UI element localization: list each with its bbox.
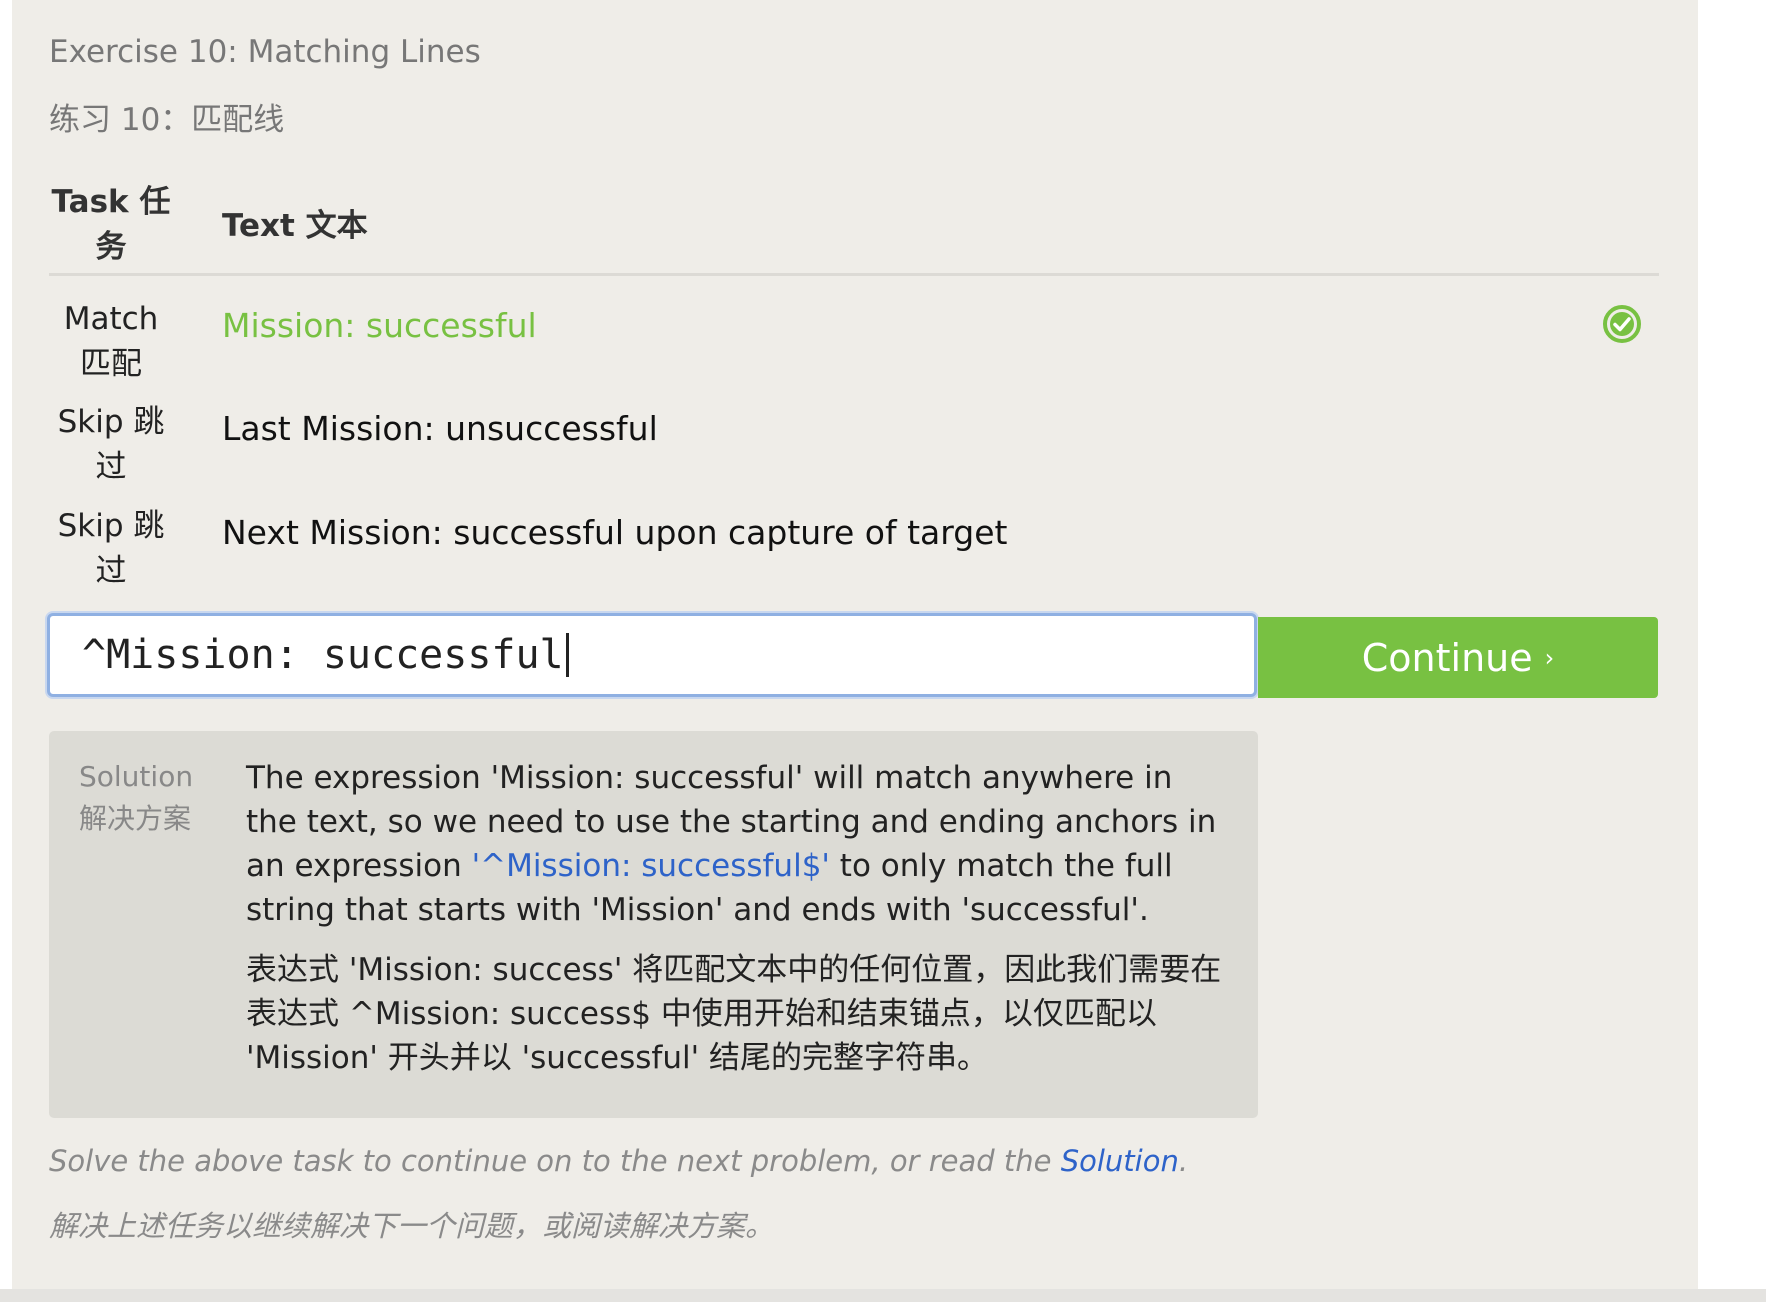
task-text-row-1: Mission: successful	[222, 306, 537, 345]
task-label-row-2: Skip 跳过	[57, 404, 165, 485]
footer-hint-zh: 解决上述任务以继续解决下一个问题，或阅读解决方案。	[49, 1209, 775, 1243]
check-circle-icon	[1603, 305, 1641, 343]
chevron-right-icon: ›	[1544, 643, 1555, 672]
regex-input[interactable]: ^Mission: successful	[47, 613, 1257, 697]
solution-regex-highlight: '^Mission: successful$'	[471, 848, 830, 884]
exercise-title: Exercise 10: Matching Lines	[49, 34, 481, 70]
header-divider	[49, 273, 1659, 276]
footer-hint-prefix: Solve the above task to continue on to t…	[49, 1144, 1061, 1178]
column-header-text: Text 文本	[222, 208, 368, 244]
continue-button-label: Continue	[1361, 635, 1533, 680]
column-header-task: Task 任务	[51, 184, 171, 265]
task-text-row-3: Next Mission: successful upon capture of…	[222, 513, 1008, 552]
solution-text-zh: 表达式 'Mission: success' 将匹配文本中的任何位置，因此我们需…	[246, 952, 1222, 1076]
task-label-row-3: Skip 跳过	[57, 508, 165, 589]
task-text-row-2: Last Mission: unsuccessful	[222, 409, 658, 448]
continue-button[interactable]: Continue ›	[1258, 617, 1658, 698]
task-label-row-1: Match 匹配	[63, 301, 159, 382]
text-caret	[565, 633, 569, 677]
regex-input-value: ^Mission: successful	[82, 632, 564, 678]
footer-hint-suffix: .	[1178, 1144, 1189, 1178]
bottom-strip	[0, 1289, 1766, 1302]
solution-label: Solution 解决方案	[79, 760, 194, 835]
solution-text-en: The expression 'Mission: successful' wil…	[246, 756, 1226, 932]
exercise-title-zh: 练习 10：匹配线	[49, 102, 285, 138]
footer-hint: Solve the above task to continue on to t…	[49, 1144, 1188, 1178]
solution-link[interactable]: Solution	[1061, 1144, 1179, 1178]
